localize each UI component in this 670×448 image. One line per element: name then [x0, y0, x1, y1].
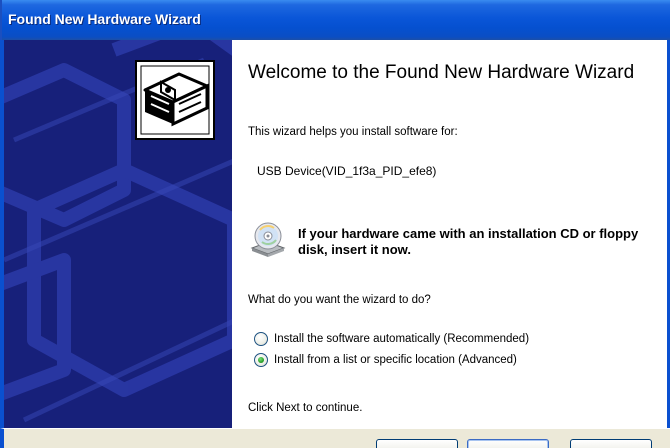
option-install-automatically[interactable]: Install the software automatically (Reco… — [254, 330, 529, 348]
wizard-question: What do you want the wizard to do? — [248, 294, 431, 306]
button-bar — [0, 428, 670, 448]
radio-advanced[interactable] — [254, 353, 268, 367]
welcome-heading: Welcome to the Found New Hardware Wizard — [248, 62, 635, 83]
window-title: Found New Hardware Wizard — [8, 11, 201, 27]
next-button[interactable] — [467, 439, 549, 448]
cd-drive-icon — [250, 222, 286, 257]
wizard-side-banner — [0, 40, 232, 428]
hardware-device-icon — [135, 60, 215, 140]
continue-instruction: Click Next to continue. — [248, 402, 363, 414]
cancel-button[interactable] — [570, 439, 652, 448]
option-install-from-list[interactable]: Install from a list or specific location… — [254, 351, 517, 369]
option-label-advanced[interactable]: Install from a list or specific location… — [274, 354, 517, 366]
insert-disk-prompt: If your hardware came with an installati… — [298, 226, 639, 257]
wizard-intro-text: This wizard helps you install software f… — [248, 126, 458, 138]
wizard-window: Found New Hardware Wizard Welcome to the… — [0, 0, 670, 448]
radio-automatic[interactable] — [254, 332, 268, 346]
back-button[interactable] — [376, 439, 458, 448]
option-label-automatic[interactable]: Install the software automatically (Reco… — [274, 333, 529, 345]
title-bar[interactable]: Found New Hardware Wizard — [0, 0, 670, 40]
device-name: USB Device(VID_1f3a_PID_efe8) — [257, 164, 437, 178]
wizard-content: Welcome to the Found New Hardware Wizard… — [232, 40, 670, 428]
